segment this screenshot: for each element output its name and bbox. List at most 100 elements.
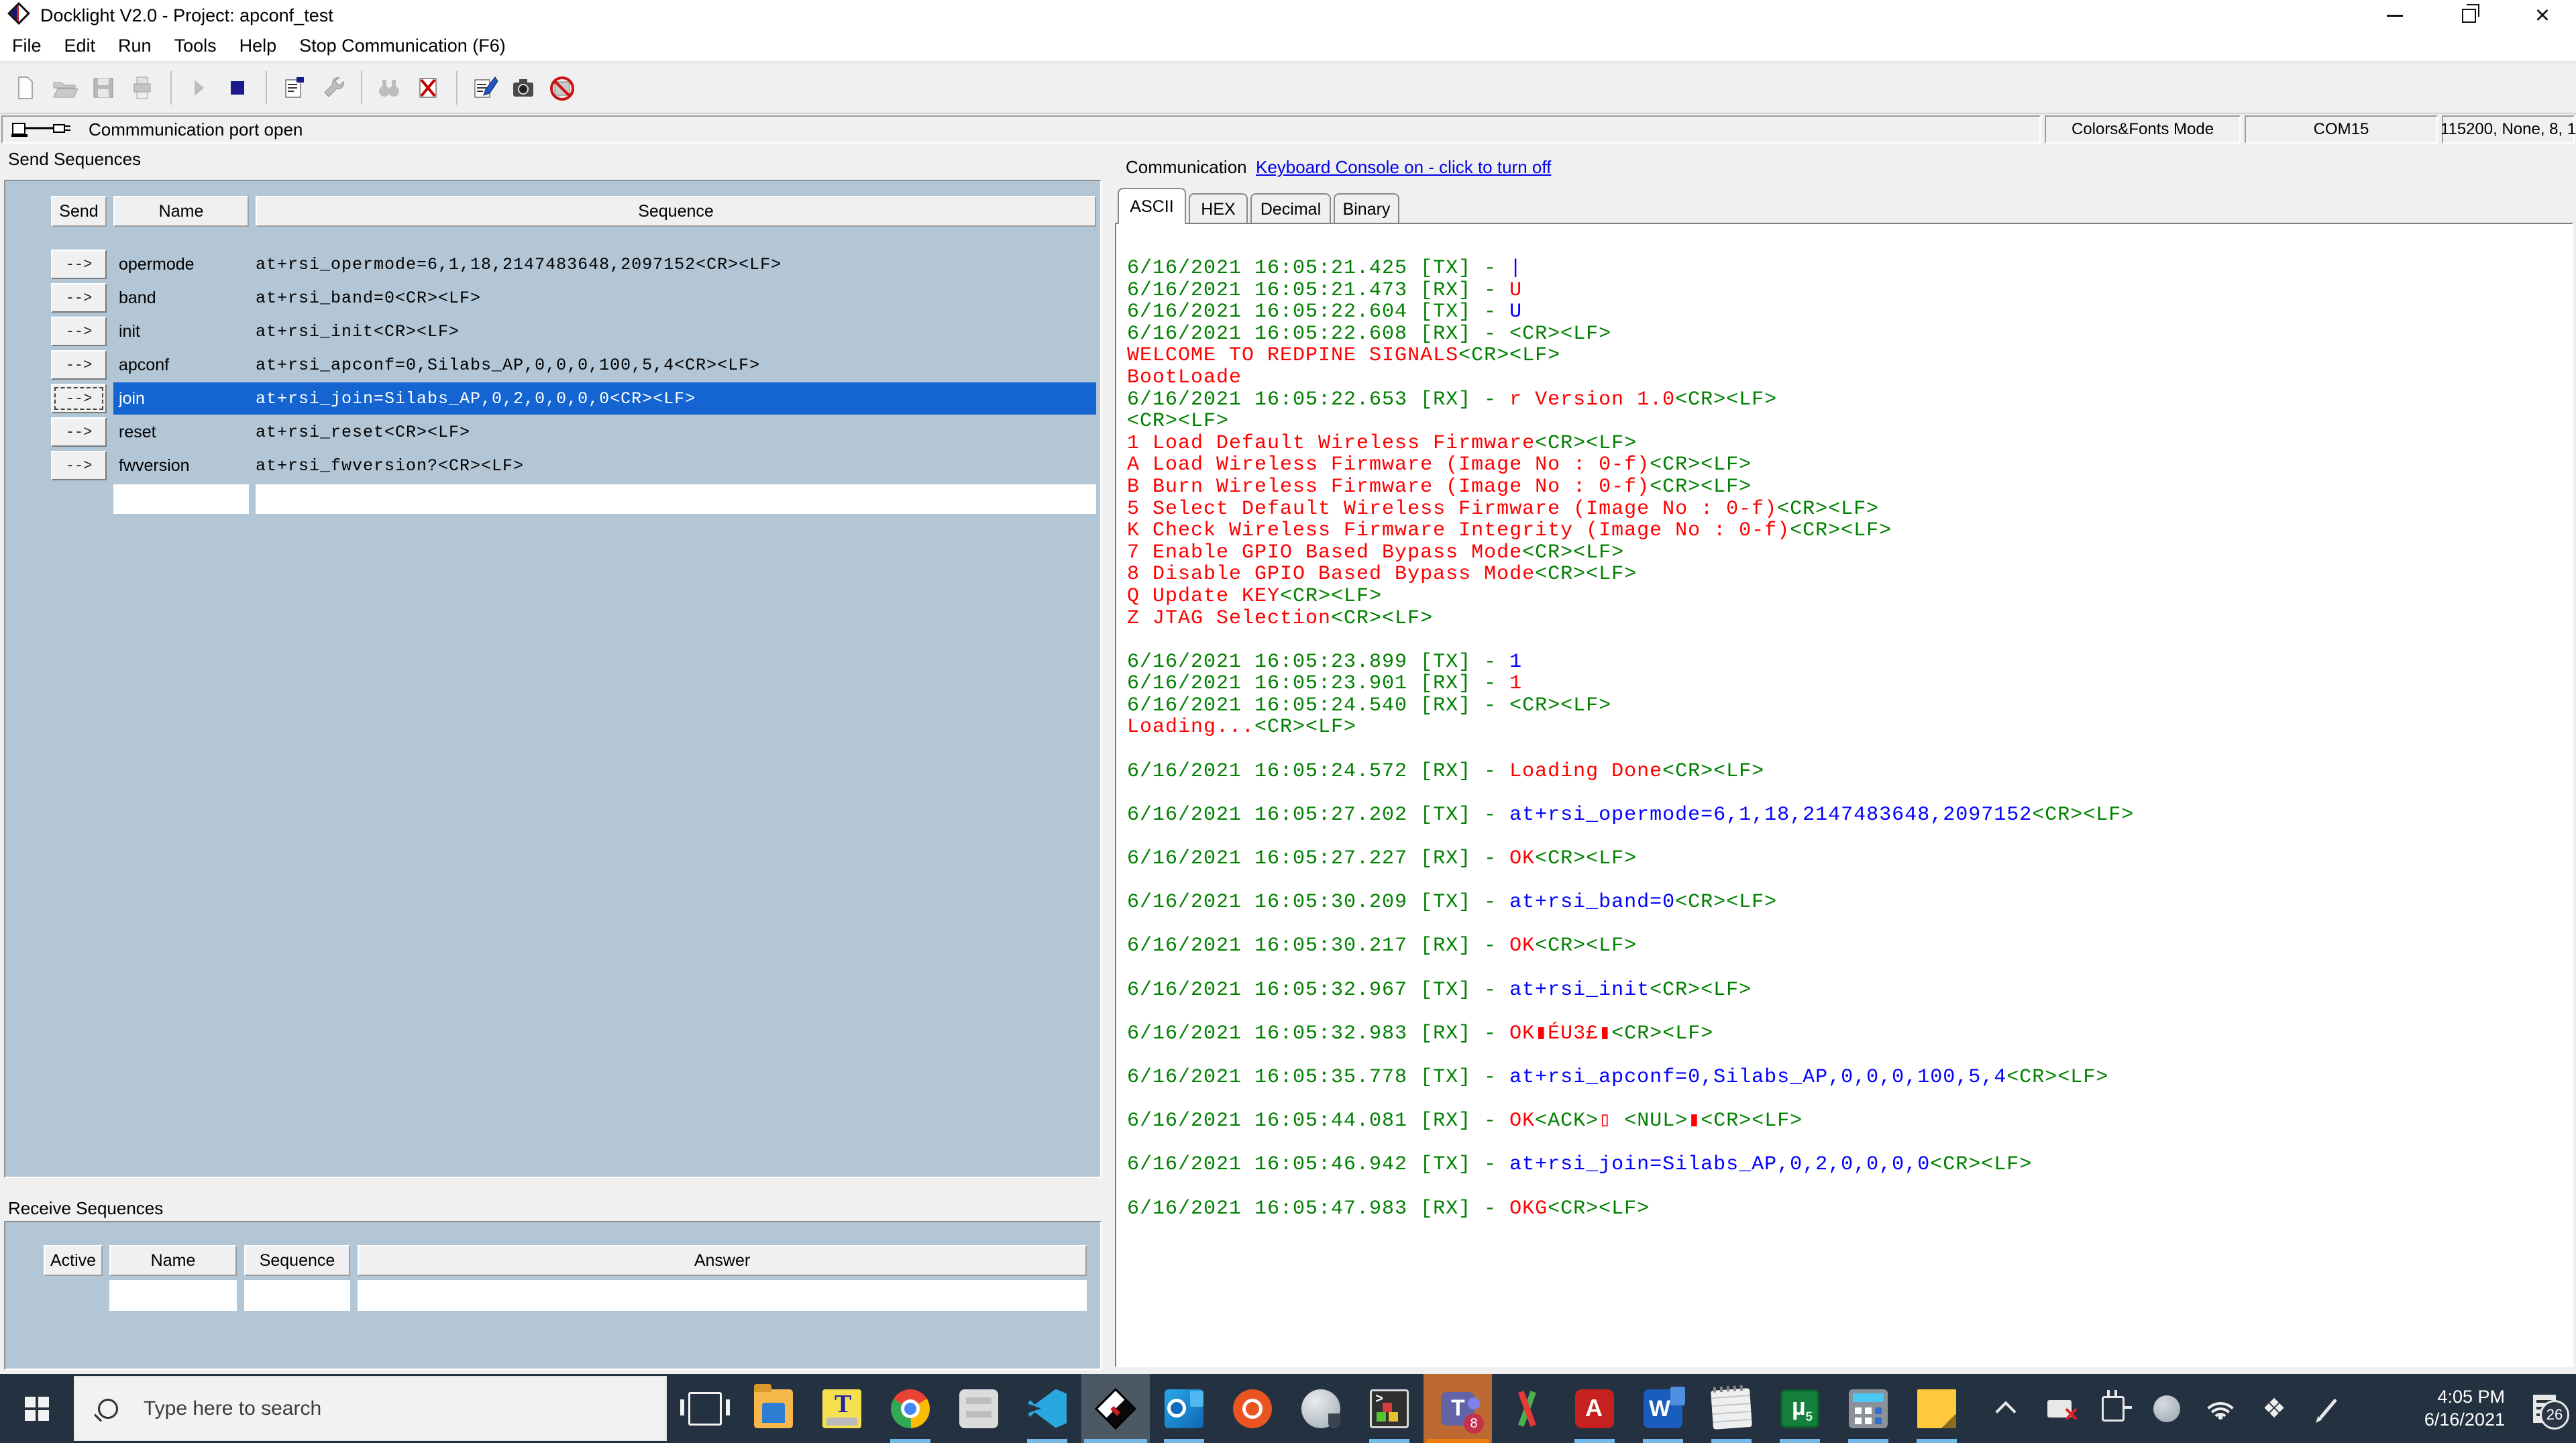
taskbar-app-sticky-notes[interactable] [1902,1374,1971,1443]
taskbar-app-drive-tool[interactable] [945,1374,1013,1443]
send-button-opermode[interactable]: --> [51,250,107,279]
taskbar-app-calculator[interactable] [1834,1374,1902,1443]
recv-sequence-column-header[interactable]: Sequence [244,1245,350,1276]
send-button-apconf[interactable]: --> [51,350,107,380]
menu-tools[interactable]: Tools [174,36,217,56]
toolbar-keyboard-console-off-button[interactable] [543,69,581,107]
new-sequence-value-cell[interactable] [256,484,1096,514]
sequence-value-cell[interactable]: at+rsi_init<CR><LF> [256,315,1096,348]
taskbar-app-task-view[interactable] [671,1374,739,1443]
toolbar-edit-notes-button[interactable] [466,69,503,107]
search-placeholder: Type here to search [144,1397,322,1420]
new-sequence-name-cell[interactable] [113,484,249,514]
send-column-header[interactable]: Send [51,196,107,227]
menu-stop-communication[interactable]: Stop Communication (F6) [299,36,506,56]
answer-column-header[interactable]: Answer [358,1245,1087,1276]
restore-button[interactable] [2435,0,2502,31]
tray-dropbox-icon[interactable]: ❖ [2247,1374,2301,1443]
com-port-box[interactable]: COM15 [2245,115,2438,144]
taskbar-clock[interactable]: 4:05 PM 6/16/2021 [2351,1374,2509,1443]
new-receive-sequence-cell[interactable] [244,1280,350,1311]
send-button-band[interactable]: --> [51,283,107,313]
sequence-value-cell[interactable]: at+rsi_opermode=6,1,18,2147483648,209715… [256,248,1096,280]
tab-hex[interactable]: HEX [1189,193,1248,224]
new-receive-answer-cell[interactable] [358,1280,1087,1311]
taskbar-app-outlook[interactable] [1150,1374,1218,1443]
sequence-name-cell[interactable]: join [113,382,256,415]
log-line: 6/16/2021 16:05:22.604 [TX] - U [1127,301,1523,324]
tray-power-plug-icon[interactable] [2086,1374,2140,1443]
toolbar-stop-communication-button[interactable] [219,69,256,107]
sequence-value-cell[interactable]: at+rsi_fwversion?<CR><LF> [256,449,1096,482]
log-line: WELCOME TO REDPINE SIGNALS<CR><LF> [1127,344,1561,368]
toolbar-clear-communication-button[interactable] [409,69,447,107]
close-button[interactable]: × [2509,0,2576,31]
sequence-name-cell[interactable]: init [113,315,249,348]
sequence-name-cell[interactable]: fwversion [113,449,249,482]
toolbar-start-communication-button [180,69,217,107]
send-button-init[interactable]: --> [51,317,107,346]
sequence-name-cell[interactable]: apconf [113,349,249,381]
port-settings-box[interactable]: 115200, None, 8, 1 [2440,115,2576,144]
taskbar-search-input[interactable]: Type here to search [74,1376,667,1441]
taskbar-app-docklight[interactable] [1081,1374,1150,1443]
communication-log[interactable]: 6/16/2021 16:05:21.425 [TX] - | 6/16/2021… [1115,223,2573,1367]
menu-file[interactable]: File [12,36,42,56]
menu-help[interactable]: Help [239,36,277,56]
taskbar-app-ubuntu[interactable] [1218,1374,1287,1443]
sequence-name-cell[interactable]: opermode [113,248,249,280]
colors-fonts-mode-box[interactable]: Colors&Fonts Mode [2045,115,2241,144]
taskbar-app-file-explorer[interactable] [739,1374,808,1443]
tray-pen-icon[interactable] [2301,1374,2355,1443]
taskbar-app-uvision[interactable] [1766,1374,1834,1443]
log-line: 6/16/2021 16:05:22.608 [RX] - <CR><LF> [1127,322,1612,345]
start-button[interactable] [0,1374,74,1443]
taskbar-app-word[interactable] [1629,1374,1697,1443]
taskbar-app-edge-globe[interactable] [1287,1374,1355,1443]
tab-ascii[interactable]: ASCII [1118,188,1186,224]
taskbar-app-notepad[interactable] [1697,1374,1766,1443]
tray-chevron-up-icon[interactable] [1979,1374,2033,1443]
sequence-name-cell[interactable]: reset [113,416,249,448]
send-button-join[interactable]: --> [51,384,107,413]
taskbar-app-vscode[interactable] [1013,1374,1081,1443]
toolbar-options-wrench-button[interactable] [314,69,352,107]
minimize-button[interactable] [2361,0,2428,31]
taskbar-app-terminal-app[interactable] [1355,1374,1424,1443]
tab-binary[interactable]: Binary [1334,193,1399,224]
sequence-value-cell[interactable]: at+rsi_join=Silabs_AP,0,2,0,0,0,0<CR><LF… [256,382,1096,415]
tab-decimal[interactable]: Decimal [1250,193,1331,224]
taskbar-app-compare-tool[interactable] [1492,1374,1560,1443]
toolbar-find-sequence-button [370,69,408,107]
taskbar-app-teams[interactable]: 8 [1424,1374,1492,1443]
menu-run[interactable]: Run [118,36,152,56]
tray-device-disconnected-icon[interactable] [2033,1374,2086,1443]
send-button-fwversion[interactable]: --> [51,451,107,480]
taskbar-app-acrobat[interactable] [1560,1374,1629,1443]
sequence-value-cell[interactable]: at+rsi_apconf=0,Silabs_AP,0,0,0,100,5,4<… [256,349,1096,381]
toolbar-project-settings-button[interactable] [275,69,313,107]
acrobat-icon [1575,1389,1614,1428]
new-receive-name-cell[interactable] [109,1280,237,1311]
name-column-header[interactable]: Name [113,196,249,227]
log-line: 6/16/2021 16:05:23.899 [TX] - 1 [1127,650,1523,674]
send-button-reset[interactable]: --> [51,417,107,447]
recv-name-column-header[interactable]: Name [109,1245,237,1276]
taskbar-app-text-tool[interactable] [808,1374,876,1443]
keyboard-console-link[interactable]: Keyboard Console on - click to turn off [1256,157,1551,178]
notification-center-button[interactable]: 26 [2512,1374,2576,1443]
sequence-column-header[interactable]: Sequence [256,196,1096,227]
send-sequence-row-fwversion: --> fwversion at+rsi_fwversion?<CR><LF> [5,449,1100,482]
tray-wifi-icon[interactable] [2194,1374,2247,1443]
sequence-value-cell[interactable]: at+rsi_reset<CR><LF> [256,416,1096,448]
toolbar-separator [266,71,267,105]
toolbar-snapshot-camera-button[interactable] [504,69,542,107]
running-indicator [1780,1439,1820,1443]
tray-network-globe-icon[interactable] [2140,1374,2194,1443]
sequence-name-cell[interactable]: band [113,282,249,314]
sequence-value-cell[interactable]: at+rsi_band=0<CR><LF> [256,282,1096,314]
taskbar-app-chrome[interactable] [876,1374,945,1443]
menu-edit[interactable]: Edit [64,36,96,56]
active-column-header[interactable]: Active [44,1245,103,1276]
